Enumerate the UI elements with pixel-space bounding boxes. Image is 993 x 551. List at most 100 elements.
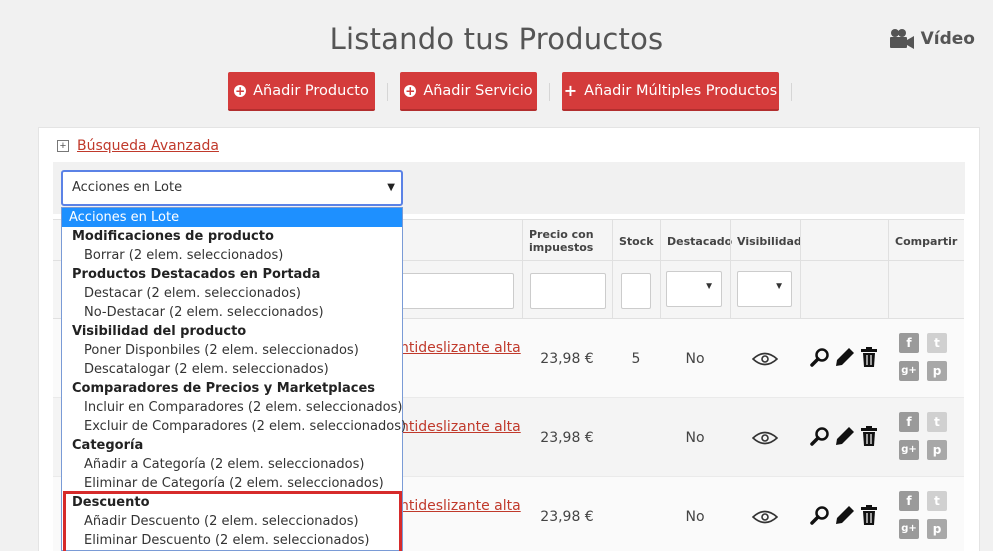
trash-icon[interactable]: [860, 504, 878, 529]
facebook-icon[interactable]: f: [899, 491, 919, 511]
filter-cell: [522, 261, 612, 319]
dropdown-option[interactable]: Acciones en Lote: [62, 208, 402, 227]
dropdown-option[interactable]: Añadir a Categoría (2 elem. seleccionado…: [62, 455, 402, 474]
search-icon[interactable]: [810, 426, 830, 450]
dropdown-option[interactable]: Destacar (2 elem. seleccionados): [62, 284, 402, 303]
col-visibility-header: Visibilidad: [730, 220, 802, 262]
advanced-search-toggle[interactable]: + Búsqueda Avanzada: [57, 138, 219, 154]
col-featured-header: Destacado: [660, 220, 732, 262]
row-actions: [810, 477, 888, 551]
bulk-actions-select[interactable]: Acciones en Lote ▼: [61, 170, 403, 206]
pinterest-icon[interactable]: p: [927, 440, 947, 460]
featured-filter-select[interactable]: ▼: [666, 271, 722, 307]
product-name-link[interactable]: ntideslizante alta: [400, 419, 521, 435]
twitter-icon[interactable]: t: [927, 491, 947, 511]
chevron-down-icon: ▼: [774, 281, 784, 292]
filter-cell: [612, 261, 660, 319]
plus-icon: +: [563, 80, 578, 100]
pencil-icon[interactable]: [835, 347, 855, 371]
dropdown-group-label: Productos Destacados en Portada: [72, 267, 321, 282]
add-product-button[interactable]: + Añadir Producto: [228, 72, 375, 111]
dropdown-option[interactable]: Poner Disponbiles (2 elem. seleccionados…: [62, 341, 402, 360]
visibility-filter-select[interactable]: ▼: [737, 271, 792, 307]
dropdown-option[interactable]: No-Destacar (2 elem. seleccionados): [62, 303, 402, 322]
stock-cell: 5: [631, 350, 641, 367]
price-header-line2: impuestos: [529, 241, 594, 254]
filter-cell: ▼: [730, 261, 800, 319]
price-cell: 23,98 €: [540, 508, 594, 525]
discount-highlight: [63, 491, 402, 551]
google-plus-icon[interactable]: g+: [899, 519, 919, 539]
share-icons: f t g+ p: [899, 412, 947, 460]
filter-cell: [888, 261, 964, 319]
plus-circle-icon: +: [404, 83, 417, 98]
share-icons: f t g+ p: [899, 491, 947, 539]
stock-cell: [612, 398, 660, 477]
facebook-icon[interactable]: f: [899, 412, 919, 432]
google-plus-icon[interactable]: g+: [899, 361, 919, 381]
search-icon[interactable]: [810, 347, 830, 371]
dropdown-group-label: Modificaciones de producto: [72, 229, 274, 244]
dropdown-option[interactable]: Excluir de Comparadores (2 elem. selecci…: [62, 417, 406, 436]
stock-cell: [612, 477, 660, 551]
featured-cell: No: [685, 350, 705, 367]
pinterest-icon[interactable]: p: [927, 519, 947, 539]
price-header-line1: Precio con: [529, 228, 594, 241]
chevron-down-icon: ▼: [387, 182, 395, 193]
add-service-button[interactable]: + Añadir Servicio: [400, 72, 537, 111]
dropdown-option[interactable]: Descatalogar (2 elem. seleccionados): [62, 360, 402, 379]
dropdown-group-label: Categoría: [72, 438, 144, 453]
product-name-link[interactable]: ntideslizante alta: [400, 340, 521, 356]
toolbar-divider: [387, 83, 388, 101]
stock-filter-input[interactable]: [621, 273, 651, 309]
toolbar-divider: [791, 83, 792, 101]
col-share-header: Compartir: [888, 220, 964, 262]
eye-icon[interactable]: [730, 398, 800, 477]
search-icon[interactable]: [810, 505, 830, 529]
price-filter-input[interactable]: [530, 273, 606, 309]
filter-cell: [800, 261, 888, 319]
dropdown-group-label: Comparadores de Precios y Marketplaces: [72, 381, 376, 396]
filter-cell: ▼: [660, 261, 730, 319]
advanced-search-link[interactable]: Búsqueda Avanzada: [77, 138, 219, 154]
pencil-icon[interactable]: [835, 426, 855, 450]
add-service-label: Añadir Servicio: [423, 82, 533, 99]
expand-icon[interactable]: +: [57, 140, 69, 152]
featured-cell: No: [685, 508, 705, 525]
trash-icon[interactable]: [860, 425, 878, 450]
col-actions-header: [800, 220, 888, 262]
facebook-icon[interactable]: f: [899, 333, 919, 353]
chevron-down-icon: ▼: [704, 281, 714, 292]
page-title: Listando tus Productos: [329, 22, 664, 56]
product-name-link[interactable]: ntideslizante alta: [400, 498, 521, 514]
google-plus-icon[interactable]: g+: [899, 440, 919, 460]
plus-circle-icon: +: [234, 83, 247, 98]
name-filter-input[interactable]: [401, 273, 514, 309]
bulk-actions-selected-value: Acciones en Lote: [72, 180, 183, 195]
row-actions: [810, 319, 888, 398]
trash-icon[interactable]: [860, 346, 878, 371]
add-product-label: Añadir Producto: [253, 82, 369, 99]
col-stock-header: Stock: [612, 220, 660, 262]
eye-icon[interactable]: [730, 319, 800, 398]
share-icons: f t g+ p: [899, 333, 947, 381]
dropdown-group-label: Visibilidad del producto: [72, 324, 247, 339]
video-link[interactable]: Vídeo: [889, 28, 975, 50]
toolbar-divider: [549, 83, 550, 101]
pencil-icon[interactable]: [835, 505, 855, 529]
video-camera-icon: [889, 28, 915, 50]
twitter-icon[interactable]: t: [927, 412, 947, 432]
pinterest-icon[interactable]: p: [927, 361, 947, 381]
row-actions: [810, 398, 888, 477]
eye-icon[interactable]: [730, 477, 800, 551]
featured-cell: No: [685, 429, 705, 446]
add-multiple-products-button[interactable]: + Añadir Múltiples Productos: [562, 72, 779, 111]
price-cell: 23,98 €: [540, 350, 594, 367]
video-label: Vídeo: [920, 29, 975, 49]
dropdown-option[interactable]: Incluir en Comparadores (2 elem. selecci…: [62, 398, 402, 417]
add-multiple-label: Añadir Múltiples Productos: [584, 82, 778, 99]
twitter-icon[interactable]: t: [927, 333, 947, 353]
price-cell: 23,98 €: [540, 429, 594, 446]
dropdown-option[interactable]: Borrar (2 elem. seleccionados): [62, 246, 402, 265]
col-price-header: Precio con impuestos: [522, 220, 612, 262]
